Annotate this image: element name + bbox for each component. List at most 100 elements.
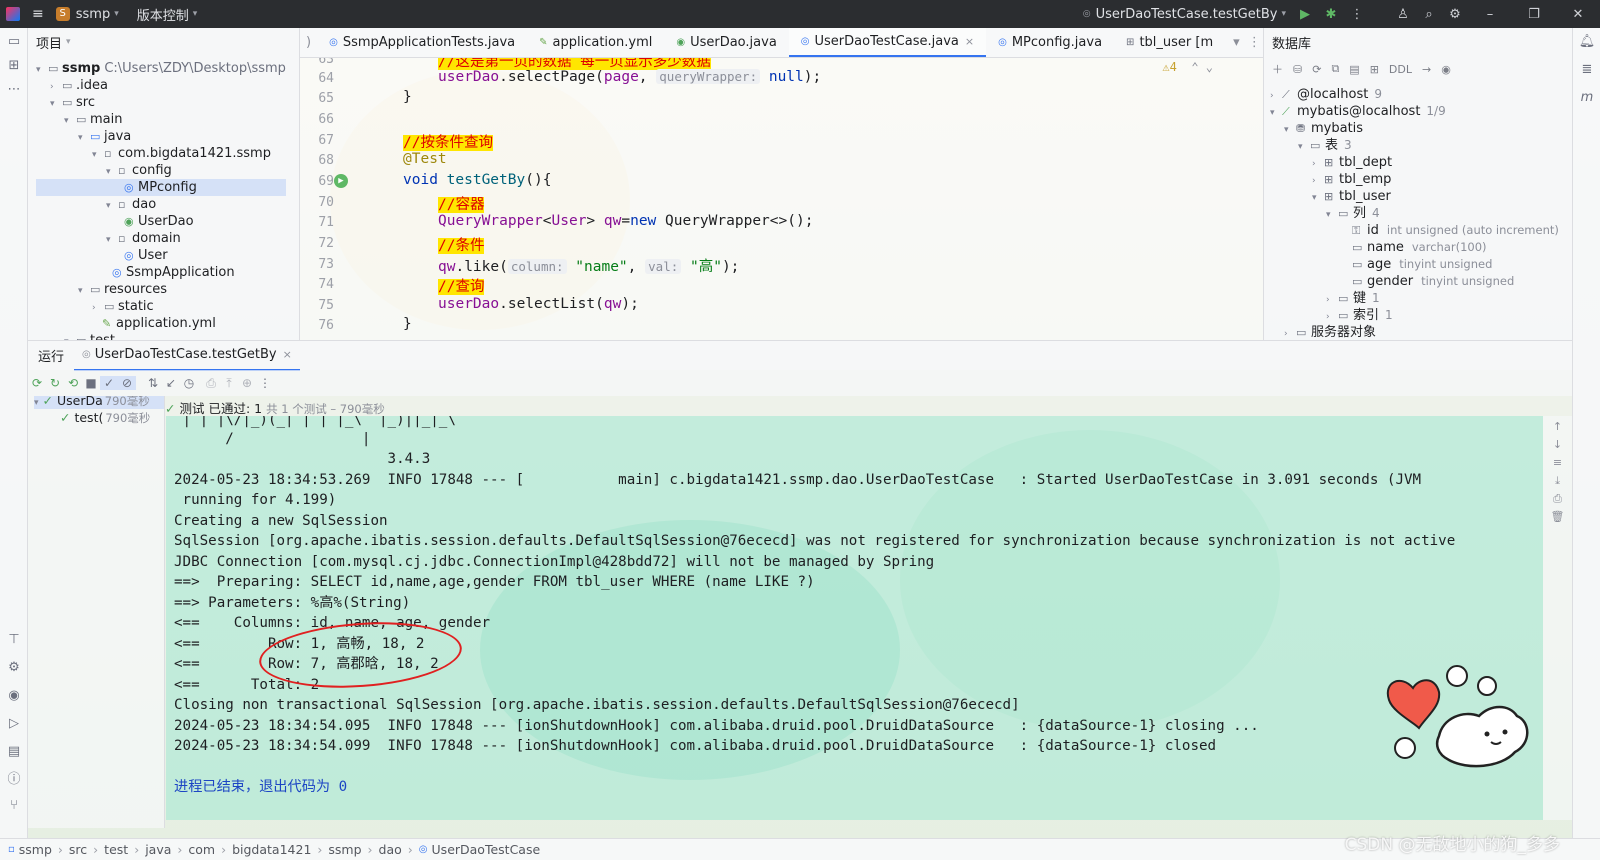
breadcrumb-item[interactable]: test bbox=[104, 842, 128, 857]
tab-scroll-left[interactable]: ) bbox=[300, 28, 317, 57]
ddl-icon[interactable]: DDL bbox=[1389, 63, 1412, 76]
tab-application-yml[interactable]: ✎ application.yml bbox=[527, 28, 664, 57]
db-row-columns[interactable]: ▾ ▭ 列 4 bbox=[1326, 205, 1380, 222]
search-icon[interactable]: ⌕ bbox=[1416, 7, 1442, 22]
restore-icon[interactable]: ❐ bbox=[1512, 7, 1556, 22]
tree-item-domain[interactable]: ▾ ▫ domain bbox=[106, 230, 181, 247]
debug-tool-icon[interactable]: ◉ bbox=[0, 684, 28, 708]
breadcrumb-item[interactable]: dao bbox=[379, 842, 402, 857]
collapse-icon[interactable]: ⤒ bbox=[220, 376, 238, 391]
db-column-age[interactable]: ▭ age tinyint unsigned bbox=[1352, 256, 1492, 273]
tree-item-src[interactable]: ▾ ▭ src bbox=[50, 94, 95, 111]
tab-ssmpapplicationtests[interactable]: ◎ SsmpApplicationTests.java bbox=[317, 28, 527, 57]
db-column-id[interactable]: ⚿ id int unsigned (auto increment) bbox=[1352, 222, 1559, 239]
tree-item-application-yml[interactable]: ✎ application.yml bbox=[102, 315, 216, 332]
scroll-to-end-icon[interactable]: ⤓ bbox=[1543, 474, 1572, 492]
tree-item-user[interactable]: ◎ User bbox=[124, 247, 168, 264]
rerun-failed-icon[interactable]: ↻ bbox=[46, 376, 64, 390]
scroll-down-icon[interactable]: ↓ bbox=[1543, 438, 1572, 456]
tree-item-resources[interactable]: ▾ ▭ resources bbox=[78, 281, 167, 298]
console-icon[interactable]: ▤ bbox=[1349, 63, 1359, 76]
tree-item-mpconfig[interactable]: ◎ MPconfig bbox=[36, 179, 286, 196]
view-options-icon[interactable]: ◉ bbox=[1441, 63, 1451, 76]
project-panel-header[interactable]: 项目 ▾ bbox=[28, 28, 299, 56]
settings-gear-icon[interactable]: ⚙ bbox=[1442, 7, 1468, 22]
tree-item-test[interactable]: ▾▭test bbox=[64, 332, 115, 340]
db-row-keys[interactable]: › ▭ 键 1 bbox=[1326, 290, 1380, 307]
tree-item-idea[interactable]: › ▭ .idea bbox=[50, 77, 108, 94]
maven-tool-icon[interactable]: m bbox=[1573, 84, 1600, 112]
database-tool-icon[interactable]: ≣ bbox=[1573, 56, 1600, 84]
run-icon[interactable]: ▶ bbox=[1292, 7, 1318, 22]
tree-item-main[interactable]: ▾ ▭ main bbox=[64, 111, 122, 128]
tree-item-java[interactable]: ▾ ▭ java bbox=[78, 128, 131, 145]
breadcrumb-item[interactable]: ssmp bbox=[328, 842, 361, 857]
arrow-icon[interactable]: → bbox=[1422, 63, 1431, 76]
properties-icon[interactable]: ⧉ bbox=[1331, 62, 1339, 76]
breadcrumb-item[interactable]: ssmp bbox=[19, 842, 52, 857]
db-row-tbl-user[interactable]: ▾ ⊞ tbl_user bbox=[1312, 188, 1391, 205]
sort-icon[interactable]: ⇅ bbox=[144, 376, 162, 390]
tree-item-ssmpapplication[interactable]: ◎ SsmpApplication bbox=[112, 264, 235, 281]
more-icon[interactable]: ⋮ bbox=[1344, 7, 1370, 22]
tree-item-package[interactable]: ▾ ▫ com.bigdata1421.ssmp bbox=[92, 145, 271, 162]
rerun-icon[interactable]: ⟳ bbox=[28, 376, 46, 390]
close-tab-icon[interactable]: × bbox=[965, 35, 974, 48]
breadcrumb-item[interactable]: UserDaoTestCase bbox=[432, 842, 541, 857]
show-ignored-icon[interactable]: ⊘ bbox=[118, 376, 136, 390]
export-icon[interactable]: ⎙ bbox=[202, 376, 220, 391]
scroll-up-icon[interactable]: ↑ bbox=[1543, 420, 1572, 438]
more-tools-icon[interactable]: ⋯ bbox=[0, 78, 28, 102]
tab-userdaotestcase[interactable]: ◎ UserDaoTestCase.java × bbox=[788, 28, 987, 57]
build-tool-icon[interactable]: ⊤ bbox=[0, 628, 28, 652]
services-tool-icon[interactable]: ⚙ bbox=[0, 656, 28, 680]
tab-tbl-user[interactable]: ⊞ tbl_user [m bbox=[1114, 28, 1225, 57]
main-menu-icon[interactable]: ≡ bbox=[26, 0, 50, 28]
tree-item-dao[interactable]: ▾ ▫ dao bbox=[106, 196, 156, 213]
db-row-schema-mybatis[interactable]: ▾ ⛃ mybatis bbox=[1284, 120, 1363, 137]
run-tool-icon[interactable]: ▷ bbox=[0, 712, 28, 736]
tab-userdao[interactable]: ◉ UserDao.java bbox=[664, 28, 788, 57]
run-config-selector[interactable]: ◎ UserDaoTestCase.testGetBy ▾ bbox=[1077, 0, 1292, 28]
history-icon[interactable]: ◷ bbox=[180, 376, 198, 390]
tree-item-static[interactable]: › ▭ static bbox=[92, 298, 154, 315]
breadcrumb-item[interactable]: src bbox=[69, 842, 87, 857]
expand-icon[interactable]: ⊕ bbox=[238, 376, 256, 390]
print-icon[interactable]: ⎙ bbox=[1543, 492, 1572, 510]
terminal-tool-icon[interactable]: ▤ bbox=[0, 740, 28, 764]
breadcrumb-item[interactable]: bigdata1421 bbox=[232, 842, 311, 857]
tabs-overflow-menu[interactable]: ▾ ⋮ bbox=[1225, 28, 1263, 57]
inspection-warnings[interactable]: ⚠4 ⌃ ⌄ bbox=[1162, 60, 1213, 74]
vcs-menu[interactable]: 版本控制 ▾ bbox=[131, 0, 204, 28]
breadcrumb-item[interactable]: java bbox=[145, 842, 171, 857]
run-tab-testgetby[interactable]: ◎ UserDaoTestCase.testGetBy × bbox=[74, 341, 300, 371]
import-tests-icon[interactable]: ↙ bbox=[162, 376, 180, 390]
close-tab-icon[interactable]: × bbox=[283, 348, 292, 361]
db-column-name[interactable]: ▭ name varchar(100) bbox=[1352, 239, 1487, 256]
console-output[interactable]: | | |\/|_)(_| | | |_\ |_)||_|_\ / | 3.4.… bbox=[166, 416, 1543, 820]
show-passed-icon[interactable]: ✓ bbox=[100, 376, 118, 390]
refresh-icon[interactable]: ⟳ bbox=[1312, 63, 1321, 76]
project-tool-icon[interactable]: ▭ bbox=[0, 30, 28, 54]
tree-item-config[interactable]: ▾ ▫ config bbox=[106, 162, 172, 179]
test-node-class[interactable]: ▾ ✓ UserDa 790毫秒 bbox=[34, 396, 164, 409]
db-column-gender[interactable]: ▭ gender tinyint unsigned bbox=[1352, 273, 1514, 290]
clear-console-icon[interactable]: 🗑︎ bbox=[1543, 510, 1572, 528]
db-row-indexes[interactable]: › ▭ 索引 1 bbox=[1326, 307, 1393, 324]
add-icon[interactable]: ＋ bbox=[1272, 61, 1283, 77]
data-source-icon[interactable]: ⛁ bbox=[1293, 63, 1302, 76]
code-editor[interactable]: 63 64 65 66 67 68 69 70 71 72 73 74 75 7… bbox=[300, 58, 1263, 340]
tree-item-ssmp[interactable]: ▾ ▭ ssmp C:\Users\ZDY\Desktop\ssmp bbox=[36, 60, 286, 77]
problems-tool-icon[interactable]: ⓘ bbox=[0, 768, 28, 792]
db-row-localhost[interactable]: › ⟋ @localhost 9 bbox=[1270, 86, 1382, 103]
db-row-tbl-emp[interactable]: › ⊞ tbl_emp bbox=[1312, 171, 1391, 188]
project-switcher[interactable]: S ssmp ▾ bbox=[50, 0, 125, 28]
db-row-tables[interactable]: ▾ ▭ 表 3 bbox=[1298, 137, 1352, 154]
db-row-tbl-dept[interactable]: › ⊞ tbl_dept bbox=[1312, 154, 1392, 171]
tree-item-userdao[interactable]: ◉ UserDao bbox=[124, 213, 194, 230]
run-test-gutter-icon[interactable]: ▶ bbox=[334, 174, 348, 188]
minimize-icon[interactable]: – bbox=[1468, 7, 1512, 22]
db-row-mybatis-localhost[interactable]: ▾ ⟋ mybatis@localhost 1/9 bbox=[1270, 103, 1446, 120]
notifications-icon[interactable]: 🔔︎ bbox=[1573, 28, 1600, 56]
structure-tool-icon[interactable]: ⊞ bbox=[0, 54, 28, 78]
